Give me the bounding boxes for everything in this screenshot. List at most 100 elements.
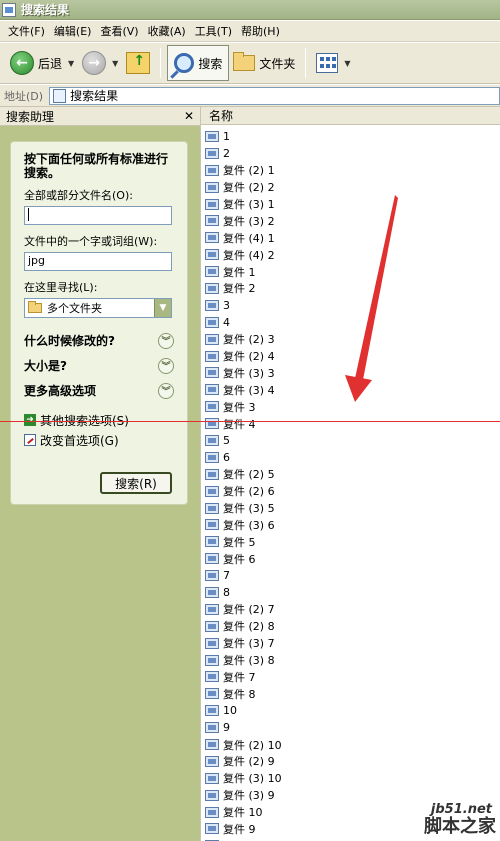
jpeg-file-icon (205, 181, 219, 193)
filename-label: 全部或部分文件名(O): (24, 189, 133, 202)
file-row[interactable]: 复件 (3) 3 (205, 364, 500, 381)
jpeg-file-icon (205, 384, 219, 396)
expand-chevron-icon[interactable]: ︾ (158, 332, 174, 349)
file-row[interactable]: 复件 4 (205, 415, 500, 432)
up-folder-button[interactable] (122, 46, 154, 80)
jpeg-file-icon (205, 553, 219, 565)
menu-help[interactable]: 帮助(H) (241, 23, 280, 39)
file-row[interactable]: 3 (205, 297, 500, 314)
menu-file[interactable]: 文件(F) (8, 23, 45, 39)
jpeg-file-icon (205, 367, 219, 379)
file-row[interactable]: 复件 (3) 6 (205, 516, 500, 533)
menu-favorites[interactable]: 收藏(A) (148, 23, 186, 39)
file-row[interactable]: 复件 (2) 4 (205, 348, 500, 365)
file-row[interactable]: 复件 6 (205, 550, 500, 567)
file-row[interactable]: 8 (205, 584, 500, 601)
jpeg-file-icon (205, 130, 219, 142)
file-row[interactable]: 复件 (2) 6 (205, 483, 500, 500)
menu-tools[interactable]: 工具(T) (195, 23, 232, 39)
chevron-down-icon[interactable]: ▼ (154, 299, 171, 317)
file-name: 5 (223, 433, 230, 447)
file-row[interactable]: 复件 (2) 1 (205, 162, 500, 179)
address-value: 搜索结果 (70, 89, 119, 103)
filename-input[interactable] (24, 206, 172, 225)
folders-button[interactable]: 文件夹 (229, 46, 299, 80)
file-row[interactable]: 复件 3 (205, 398, 500, 415)
file-row[interactable]: 复件 (4) 2 (205, 246, 500, 263)
address-bar: 地址(D) 搜索结果 (0, 85, 500, 107)
file-row[interactable]: 复件 5 (205, 533, 500, 550)
jpeg-file-icon (205, 249, 219, 261)
file-row[interactable]: 1 (205, 128, 500, 145)
file-row[interactable]: 复件 1 (205, 263, 500, 280)
jpeg-file-icon (205, 688, 219, 700)
forward-dropdown-icon[interactable]: ▼ (112, 59, 118, 68)
file-row[interactable]: 4 (205, 314, 500, 331)
file-row[interactable]: 复件 (3) 10 (205, 770, 500, 787)
file-name: 9 (223, 721, 230, 735)
section-advanced[interactable]: 更多高级选项 ︾ (24, 378, 174, 403)
file-name: 4 (223, 315, 230, 329)
file-row[interactable]: 6 (205, 449, 500, 466)
jpeg-file-icon (205, 266, 219, 278)
file-row[interactable]: 复件 (3) 2 (205, 212, 500, 229)
phrase-input[interactable]: jpg (24, 252, 172, 271)
file-row[interactable]: 复件 (2) 7 (205, 601, 500, 618)
menu-view[interactable]: 查看(V) (100, 23, 138, 39)
file-name: 10 (223, 704, 237, 718)
file-row[interactable]: 2 (205, 145, 500, 162)
file-row[interactable]: 复件 (3) 1 (205, 196, 500, 213)
toolbar-separator (160, 48, 162, 78)
file-row[interactable]: 复件 (3) 5 (205, 500, 500, 517)
forward-button[interactable]: → ▼ (78, 46, 122, 80)
file-row[interactable]: 复件 (2) 3 (205, 331, 500, 348)
menu-edit[interactable]: 编辑(E) (54, 23, 92, 39)
jpeg-file-icon (205, 418, 219, 430)
jpeg-file-icon (205, 232, 219, 244)
file-row[interactable]: 复件 (4) 1 (205, 229, 500, 246)
file-row[interactable]: 7 (205, 567, 500, 584)
file-row[interactable]: 5 (205, 432, 500, 449)
views-button[interactable]: ▼ (312, 46, 354, 80)
search-submit-button[interactable]: 搜索(R) (100, 472, 172, 494)
column-header-name[interactable]: 名称 (201, 107, 500, 125)
file-name: 复件 (4) 1 (223, 231, 275, 245)
file-row[interactable]: 复件 7 (205, 669, 500, 686)
jpeg-file-icon (205, 772, 219, 784)
other-search-options-link[interactable]: ➜ 其他搜索选项(S) (24, 411, 174, 429)
jpeg-file-icon (205, 198, 219, 210)
back-button[interactable]: ← 后退 ▼ (6, 46, 78, 80)
views-dropdown-icon[interactable]: ▼ (344, 59, 350, 68)
file-row[interactable]: 复件 (2) 5 (205, 466, 500, 483)
jpeg-file-icon (205, 502, 219, 514)
close-icon[interactable]: ✕ (184, 109, 194, 123)
jpeg-file-icon (205, 215, 219, 227)
address-field[interactable]: 搜索结果 (49, 86, 500, 105)
section-size[interactable]: 大小是? ︾ (24, 353, 174, 378)
file-row[interactable]: 10 (205, 702, 500, 719)
expand-chevron-icon[interactable]: ︾ (158, 382, 174, 399)
jpeg-file-icon (205, 755, 219, 767)
file-row[interactable]: 复件 (3) 8 (205, 652, 500, 669)
lookin-select[interactable]: 多个文件夹 ▼ (24, 298, 172, 318)
file-row[interactable]: 复件 (2) 2 (205, 179, 500, 196)
file-row[interactable]: 复件 8 (205, 685, 500, 702)
back-dropdown-icon[interactable]: ▼ (68, 59, 74, 68)
file-row[interactable]: 复件 2 (205, 280, 500, 297)
jpeg-file-icon (205, 823, 219, 835)
title-bar: 搜索结果 (0, 0, 500, 20)
section-date-modified[interactable]: 什么时候修改的? ︾ (24, 328, 174, 353)
file-row[interactable]: 9 (205, 719, 500, 736)
file-row[interactable]: 复件 (2) 10 (205, 736, 500, 753)
file-row[interactable]: 复件 (2) 9 (205, 753, 500, 770)
file-row[interactable]: 复件 (3) 4 (205, 381, 500, 398)
file-name: 复件 7 (223, 670, 256, 684)
search-button[interactable]: 搜索 (167, 45, 230, 81)
jpeg-file-icon (205, 739, 219, 750)
expand-chevron-icon[interactable]: ︾ (158, 357, 174, 374)
file-row[interactable]: 复件 (3) 7 (205, 635, 500, 652)
file-name: 复件 (3) 6 (223, 518, 275, 532)
file-row[interactable]: 复件 (2) 8 (205, 618, 500, 635)
change-preferences-link[interactable]: 改变首选项(G) (24, 431, 174, 449)
back-arrow-icon: ← (10, 51, 34, 75)
